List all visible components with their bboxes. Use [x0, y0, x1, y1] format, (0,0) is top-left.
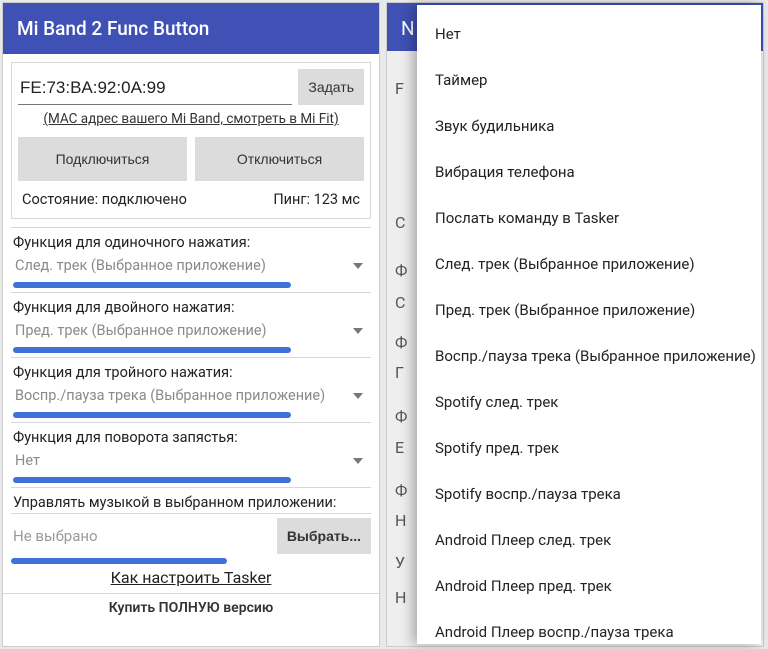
triple-press-value: Воспр./пауза трека (Выбранное приложение…: [15, 387, 353, 404]
double-press-section: Функция для двойного нажатия: Пред. трек…: [11, 292, 371, 353]
background-text: Н: [395, 588, 406, 607]
wrist-dropdown[interactable]: Нет: [13, 448, 369, 473]
progress-bar: [13, 477, 291, 483]
wrist-section: Функция для поворота запястья: Нет: [11, 422, 371, 483]
background-text: Е: [395, 438, 404, 457]
app-title-partial: N: [401, 17, 415, 40]
double-press-label: Функция для двойного нажатия:: [13, 299, 369, 316]
music-app-value: Не выбрано: [11, 527, 271, 545]
connection-card: Задать (MAC адрес вашего Mi Band, смотре…: [11, 62, 371, 219]
option-item[interactable]: Пред. трек (Выбранное приложение): [417, 287, 761, 333]
triple-press-dropdown[interactable]: Воспр./пауза трека (Выбранное приложение…: [13, 383, 369, 408]
double-press-dropdown[interactable]: Пред. трек (Выбранное приложение): [13, 318, 369, 343]
option-item[interactable]: Вибрация телефона: [417, 149, 761, 195]
music-section: Управлять музыкой в выбранном приложении…: [11, 487, 371, 511]
background-text: Ф: [395, 407, 407, 426]
progress-bar: [13, 347, 291, 353]
option-item[interactable]: Spotify пред. трек: [417, 425, 761, 471]
background-text: C: [395, 293, 405, 312]
option-item[interactable]: Звук будильника: [417, 103, 761, 149]
chevron-down-icon: [353, 263, 363, 269]
left-screen: Mi Band 2 Func Button Задать (MAC адрес …: [2, 2, 380, 647]
music-label: Управлять музыкой в выбранном приложении…: [13, 494, 369, 511]
status-text: Состояние: подключено: [22, 191, 187, 208]
background-text: Г: [395, 363, 404, 382]
option-item[interactable]: Spotify след. трек: [417, 379, 761, 425]
background-text: У: [395, 553, 405, 572]
option-item[interactable]: Воспр./пауза трека (Выбранное приложение…: [417, 333, 761, 379]
disconnect-button[interactable]: Отключиться: [195, 137, 364, 181]
progress-bar: [13, 412, 291, 418]
progress-bar: [11, 558, 227, 564]
option-item[interactable]: Нет: [417, 11, 761, 57]
background-text: C: [395, 213, 405, 232]
chevron-down-icon: [353, 328, 363, 334]
app-title: Mi Band 2 Func Button: [17, 17, 209, 40]
wrist-label: Функция для поворота запястья:: [13, 429, 369, 446]
background-text: F: [395, 79, 404, 98]
options-dialog: НетТаймерЗвук будильникаВибрация телефон…: [417, 5, 761, 644]
double-press-value: Пред. трек (Выбранное приложение): [15, 322, 353, 339]
choose-app-button[interactable]: Выбрать...: [277, 518, 371, 554]
single-press-label: Функция для одиночного нажатия:: [13, 234, 369, 251]
tasker-help-link[interactable]: Как настроить Tasker: [11, 568, 371, 587]
progress-bar: [13, 282, 291, 288]
chevron-down-icon: [353, 458, 363, 464]
background-text: Н: [395, 511, 406, 530]
background-text: Ф: [395, 333, 407, 352]
option-item[interactable]: Послать команду в Tasker: [417, 195, 761, 241]
set-mac-button[interactable]: Задать: [298, 69, 364, 105]
connect-button[interactable]: Подключиться: [18, 137, 187, 181]
chevron-down-icon: [353, 393, 363, 399]
mac-hint: (MAC адрес вашего Mi Band, смотреть в Mi…: [18, 111, 364, 127]
option-item[interactable]: Таймер: [417, 57, 761, 103]
right-screen: N FCФCФГФЕФНУН НетТаймерЗвук будильникаВ…: [386, 2, 764, 647]
triple-press-label: Функция для тройного нажатия:: [13, 364, 369, 381]
app-bar: Mi Band 2 Func Button: [3, 3, 379, 54]
single-press-section: Функция для одиночного нажатия: След. тр…: [11, 227, 371, 288]
option-item[interactable]: Android Плеер след. трек: [417, 517, 761, 563]
triple-press-section: Функция для тройного нажатия: Воспр./пау…: [11, 357, 371, 418]
wrist-value: Нет: [15, 452, 353, 469]
option-item[interactable]: Android Плеер пред. трек: [417, 563, 761, 609]
background-text: Ф: [395, 481, 407, 500]
background-text: Ф: [395, 261, 407, 280]
mac-input[interactable]: [18, 69, 292, 105]
option-item[interactable]: Android Плеер воспр./пауза трека: [417, 609, 761, 644]
buy-full-button[interactable]: Купить ПОЛНУЮ версию: [3, 593, 379, 616]
single-press-value: След. трек (Выбранное приложение): [15, 257, 353, 274]
option-item[interactable]: След. трек (Выбранное приложение): [417, 241, 761, 287]
single-press-dropdown[interactable]: След. трек (Выбранное приложение): [13, 253, 369, 278]
ping-text: Пинг: 123 мс: [273, 191, 360, 208]
option-item[interactable]: Spotify воспр./пауза трека: [417, 471, 761, 517]
